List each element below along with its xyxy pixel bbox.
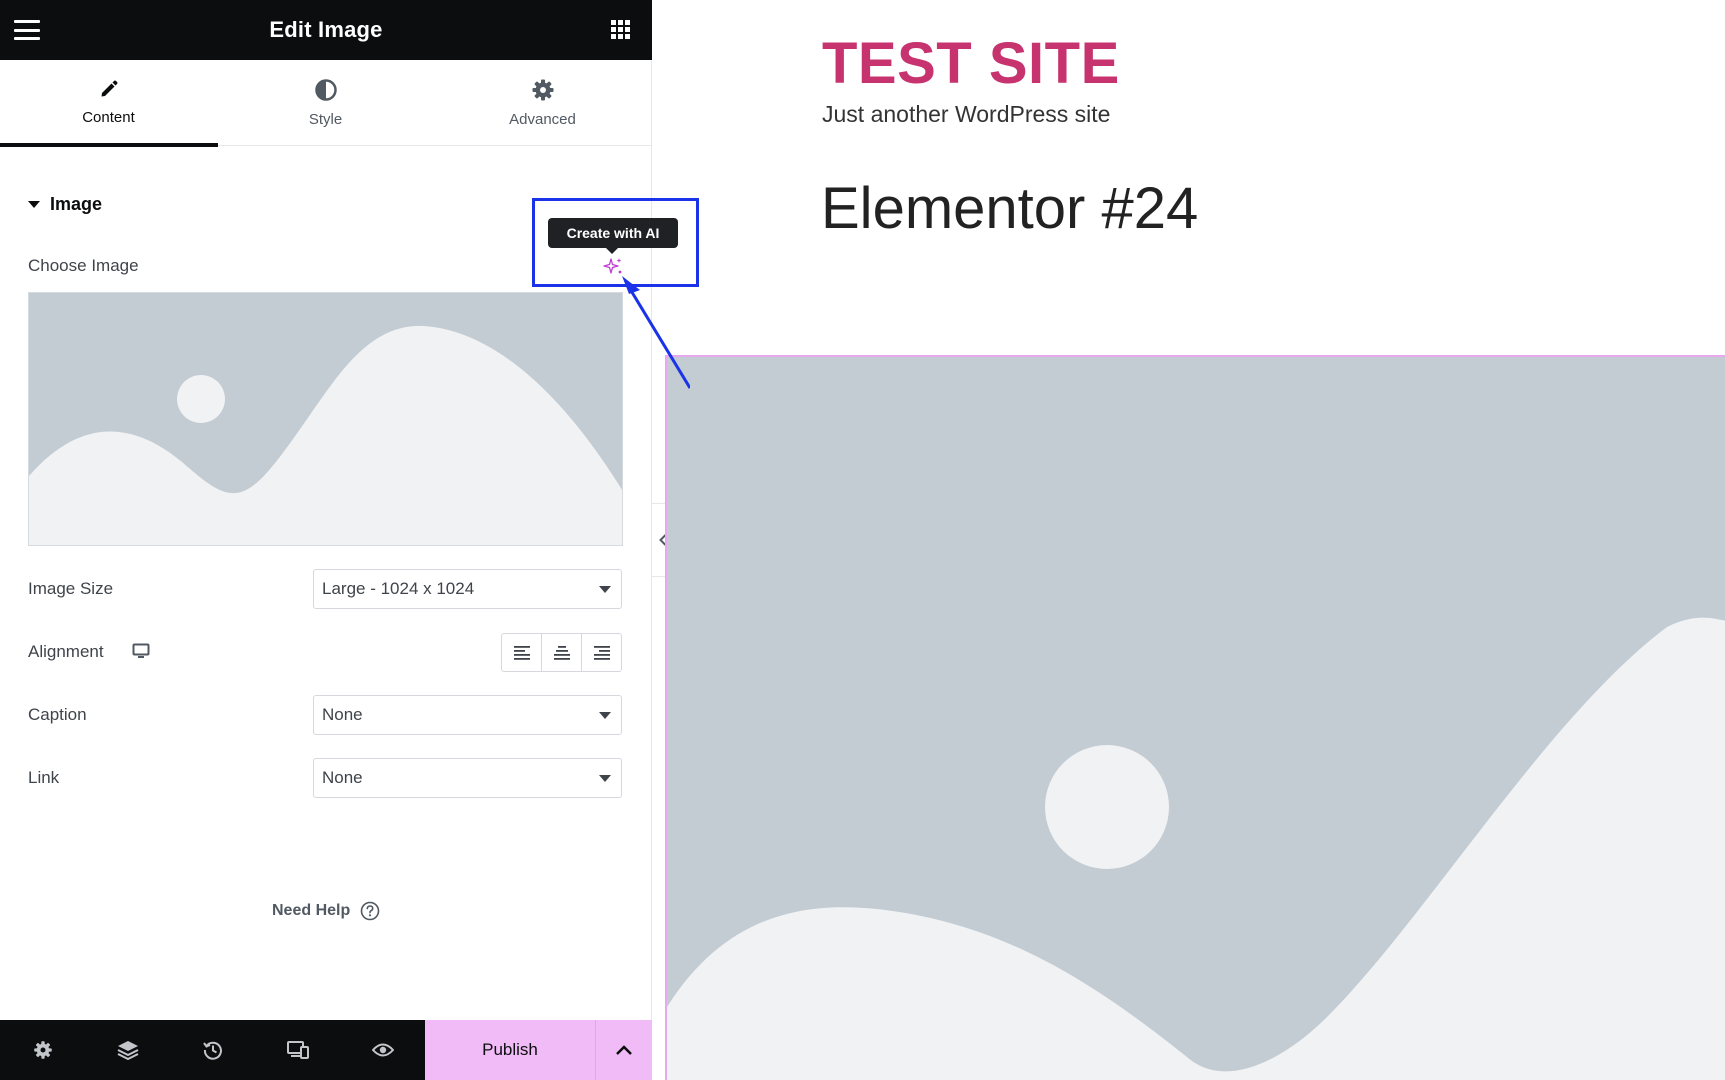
gear-icon [33,1041,52,1059]
image-placeholder-icon [29,293,622,545]
tab-label: Content [82,109,135,126]
link-select[interactable]: None [313,758,622,798]
link-value: None [322,768,363,787]
responsive-mode-button[interactable] [255,1020,340,1080]
caret-down-icon [28,201,40,208]
link-label: Link [28,768,60,787]
align-center-button[interactable] [541,634,581,671]
settings-button[interactable] [0,1020,85,1080]
widgets-grid-icon[interactable] [611,20,630,39]
caption-select[interactable]: None [313,695,622,735]
tab-label: Advanced [509,111,576,128]
publish-options-button[interactable] [595,1020,652,1080]
panel-header: Edit Image [0,0,652,60]
image-size-value: Large - 1024 x 1024 [322,579,475,598]
align-right-icon [593,645,610,660]
elementor-editor: Edit Image Content Style Advanced Image … [0,0,1725,1080]
ai-sparkle-icon[interactable] [602,256,624,278]
gear-icon [532,79,553,101]
tab-label: Style [308,111,343,128]
publish-label: Publish [482,1040,538,1059]
page-title: Elementor #24 [821,176,1199,241]
half-circle-icon [314,79,337,101]
history-icon [202,1041,222,1060]
choose-image-placeholder[interactable] [28,292,623,546]
image-widget-preview[interactable] [665,355,1725,1080]
site-tagline: Just another WordPress site [822,101,1111,127]
panel-footer: Publish [0,1020,652,1080]
align-left-icon [513,645,530,660]
ai-tooltip: Create with AI [548,218,678,254]
layers-icon [117,1041,138,1060]
alignment-label: Alignment [28,642,104,661]
dropdown-arrow-icon [599,586,611,593]
dropdown-arrow-icon [599,775,611,782]
image-size-select[interactable]: Large - 1024 x 1024 [313,569,622,609]
image-placeholder-icon [667,357,1725,1080]
image-size-label: Image Size [28,579,114,598]
eye-icon [371,1043,394,1057]
tab-content[interactable]: Content [0,60,218,147]
navigator-button[interactable] [85,1020,170,1080]
publish-button[interactable]: Publish [425,1020,595,1080]
desktop-device-icon[interactable] [132,643,150,659]
need-help-label: Need Help [272,902,351,919]
panel-tabs: Content Style Advanced [0,60,652,147]
section-title: Image [50,194,103,214]
site-title[interactable]: TEST SITE [822,30,1120,97]
chevron-up-icon [616,1045,632,1055]
align-right-button[interactable] [581,634,621,671]
history-button[interactable] [170,1020,255,1080]
alignment-control [501,633,622,672]
align-center-icon [553,645,570,660]
dropdown-arrow-icon [599,712,611,719]
preview-button[interactable] [340,1020,425,1080]
pencil-icon [101,80,117,97]
tab-advanced[interactable]: Advanced [434,60,651,146]
caption-value: None [322,705,363,724]
caption-label: Caption [28,705,87,724]
hamburger-menu-icon[interactable] [14,20,40,40]
responsive-icon [286,1041,309,1059]
section-toggle-image[interactable]: Image [28,194,102,215]
choose-image-label: Choose Image [28,256,139,275]
tab-style[interactable]: Style [217,60,434,146]
help-question-icon [360,901,380,921]
align-left-button[interactable] [502,634,541,671]
need-help-link[interactable]: Need Help [272,901,380,921]
editor-panel: Edit Image Content Style Advanced Image … [0,0,699,1080]
panel-title: Edit Image [269,17,383,42]
